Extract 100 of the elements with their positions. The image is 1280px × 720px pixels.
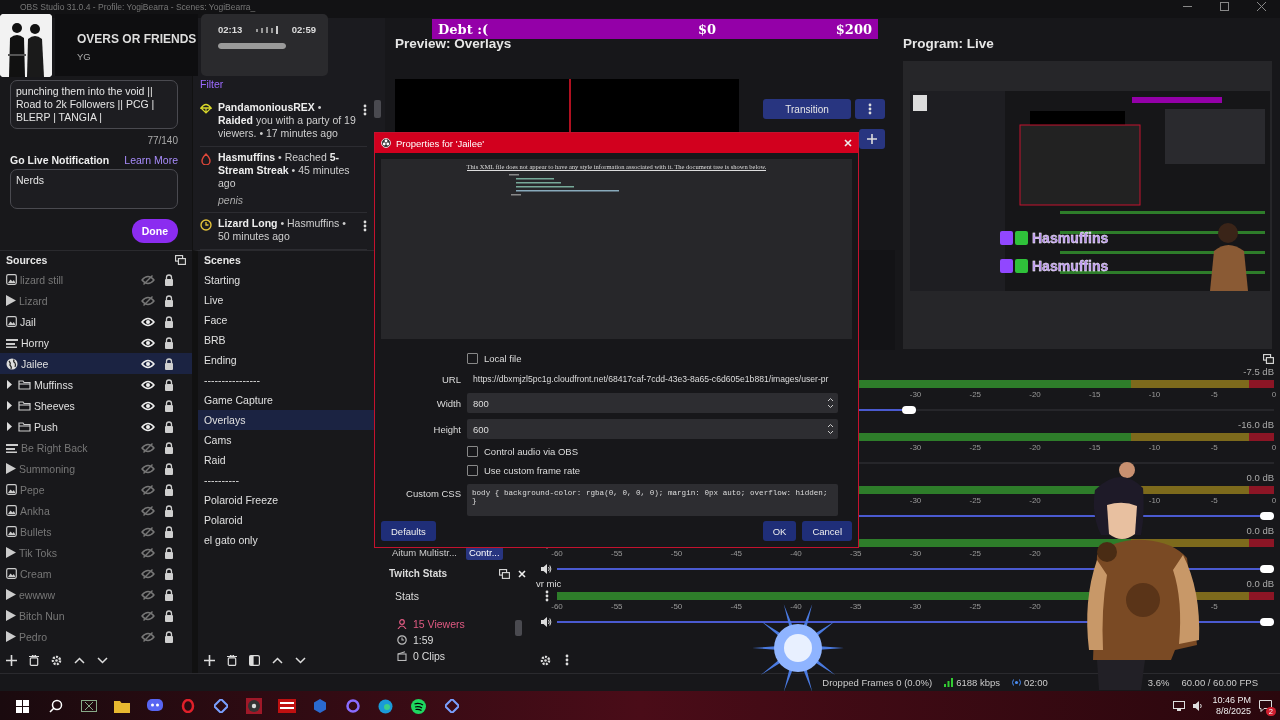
transition-button[interactable]: Transition (763, 99, 851, 119)
speaker-icon[interactable] (1193, 701, 1205, 711)
lock-icon[interactable] (164, 441, 174, 454)
record-app-icon[interactable] (245, 698, 262, 714)
expand-caret-icon[interactable] (6, 380, 13, 389)
source-item[interactable]: Jail (0, 311, 192, 332)
expand-caret-icon[interactable] (6, 422, 13, 431)
windows-logo-icon[interactable] (16, 699, 29, 713)
dock-tab[interactable]: Aitum Multistr... (389, 545, 460, 560)
maximize-icon[interactable] (1220, 2, 1229, 11)
height-field[interactable]: 600 (467, 419, 838, 439)
lock-icon[interactable] (164, 399, 174, 412)
source-item[interactable]: Pedro (0, 626, 192, 647)
music-app-icon[interactable] (411, 698, 426, 714)
eye-slash-icon[interactable] (141, 547, 155, 558)
dialog-button[interactable]: Defaults (381, 521, 436, 541)
checkbox[interactable] (467, 446, 478, 457)
banner-app-icon[interactable] (277, 699, 296, 713)
eye-slash-icon[interactable] (141, 610, 155, 621)
diamond-icon[interactable] (213, 699, 228, 713)
speaker-icon[interactable] (541, 617, 552, 627)
eye-slash-icon[interactable] (141, 442, 155, 453)
spin-arrows-icon[interactable] (827, 423, 834, 435)
add-button[interactable] (859, 129, 885, 149)
eye-slash-icon[interactable] (141, 295, 155, 306)
eye-icon[interactable] (141, 400, 155, 411)
folder-icon[interactable] (113, 699, 130, 713)
more-options-icon[interactable] (363, 104, 367, 116)
diamond-icon[interactable] (444, 699, 459, 713)
add-icon[interactable] (6, 654, 17, 666)
dialog-button[interactable]: OK (762, 521, 797, 541)
lock-icon[interactable] (164, 525, 174, 538)
undock-icon[interactable] (1263, 354, 1274, 364)
source-item[interactable]: Sheeves (0, 395, 192, 416)
source-item[interactable]: Tik Toks (0, 542, 192, 563)
eye-slash-icon[interactable] (141, 589, 155, 600)
source-item[interactable]: Jailee (0, 353, 192, 374)
eye-slash-icon[interactable] (141, 568, 155, 579)
add-icon[interactable] (204, 654, 215, 666)
lock-icon[interactable] (164, 609, 174, 622)
ring-icon[interactable] (345, 699, 360, 713)
lock-icon[interactable] (164, 315, 174, 328)
expand-caret-icon[interactable] (6, 401, 13, 410)
source-item[interactable]: lizard still (0, 269, 192, 290)
undock-icon[interactable] (175, 255, 186, 265)
cube-icon[interactable] (312, 699, 327, 713)
chat-app-icon[interactable] (146, 699, 163, 713)
source-item[interactable]: Horny (0, 332, 192, 353)
settings-icon[interactable] (51, 654, 62, 666)
minimize-icon[interactable] (1183, 5, 1192, 8)
learn-more-link[interactable]: Learn More (124, 154, 178, 166)
spin-arrows-icon[interactable] (827, 397, 834, 409)
trash-icon[interactable] (29, 654, 39, 666)
lock-icon[interactable] (164, 588, 174, 601)
more-options-icon[interactable] (363, 220, 367, 232)
eye-slash-icon[interactable] (141, 463, 155, 474)
trash-icon[interactable] (227, 654, 237, 666)
lock-icon[interactable] (164, 546, 174, 559)
source-item[interactable]: Lizard (0, 290, 192, 311)
done-button[interactable]: Done (131, 219, 178, 243)
source-item[interactable]: ewwww (0, 584, 192, 605)
add-icon[interactable] (867, 134, 877, 144)
lock-icon[interactable] (164, 378, 174, 391)
eye-icon[interactable] (141, 379, 155, 390)
browser-icon[interactable] (378, 698, 393, 714)
move-up-icon[interactable] (74, 656, 85, 664)
scrollbar[interactable] (515, 620, 522, 636)
source-item[interactable]: Bullets (0, 521, 192, 542)
eye-icon[interactable] (141, 337, 155, 348)
stream-title-field[interactable]: punching them into the void || Road to 2k Followers || PCG | BLERP | TANGIA | (10, 80, 178, 129)
source-item[interactable]: Muffinss (0, 374, 192, 395)
lock-icon[interactable] (164, 336, 174, 349)
source-item[interactable]: Push (0, 416, 192, 437)
more-options-icon[interactable] (565, 654, 569, 666)
eye-icon[interactable] (141, 358, 155, 369)
checkbox[interactable] (467, 353, 478, 364)
source-item[interactable]: Bitch Nun (0, 605, 192, 626)
eye-slash-icon[interactable] (141, 631, 155, 642)
notification-field[interactable]: Nerds (10, 169, 178, 209)
clock-time[interactable]: 10:46 PM (1212, 695, 1251, 706)
filters-icon[interactable] (249, 654, 260, 666)
stats-tab[interactable]: Stats (395, 590, 419, 602)
eye-slash-icon[interactable] (141, 484, 155, 495)
source-item[interactable]: Ankha (0, 500, 192, 521)
lock-icon[interactable] (164, 462, 174, 475)
source-item[interactable]: Pepe (0, 479, 192, 500)
filter-link[interactable]: Filter (200, 78, 224, 90)
clock-date[interactable]: 8/8/2025 (1215, 706, 1251, 717)
source-item[interactable]: Be Right Back (0, 437, 192, 458)
more-options-icon[interactable] (868, 103, 872, 115)
source-item[interactable]: Cream (0, 563, 192, 584)
url-field[interactable]: https://dbxmjzl5pc1g.cloudfront.net/68417caf-7cdd-43e3-8a65-c6d605e1b881/images/user-pr (467, 368, 838, 390)
eye-icon[interactable] (141, 316, 155, 327)
notifications-icon[interactable] (1259, 700, 1272, 712)
lock-icon[interactable] (164, 420, 174, 433)
dialog-button[interactable]: Cancel (802, 521, 852, 541)
eye-slash-icon[interactable] (141, 526, 155, 537)
checkbox[interactable] (467, 465, 478, 476)
undock-icon[interactable] (499, 568, 510, 579)
move-up-icon[interactable] (272, 656, 283, 664)
